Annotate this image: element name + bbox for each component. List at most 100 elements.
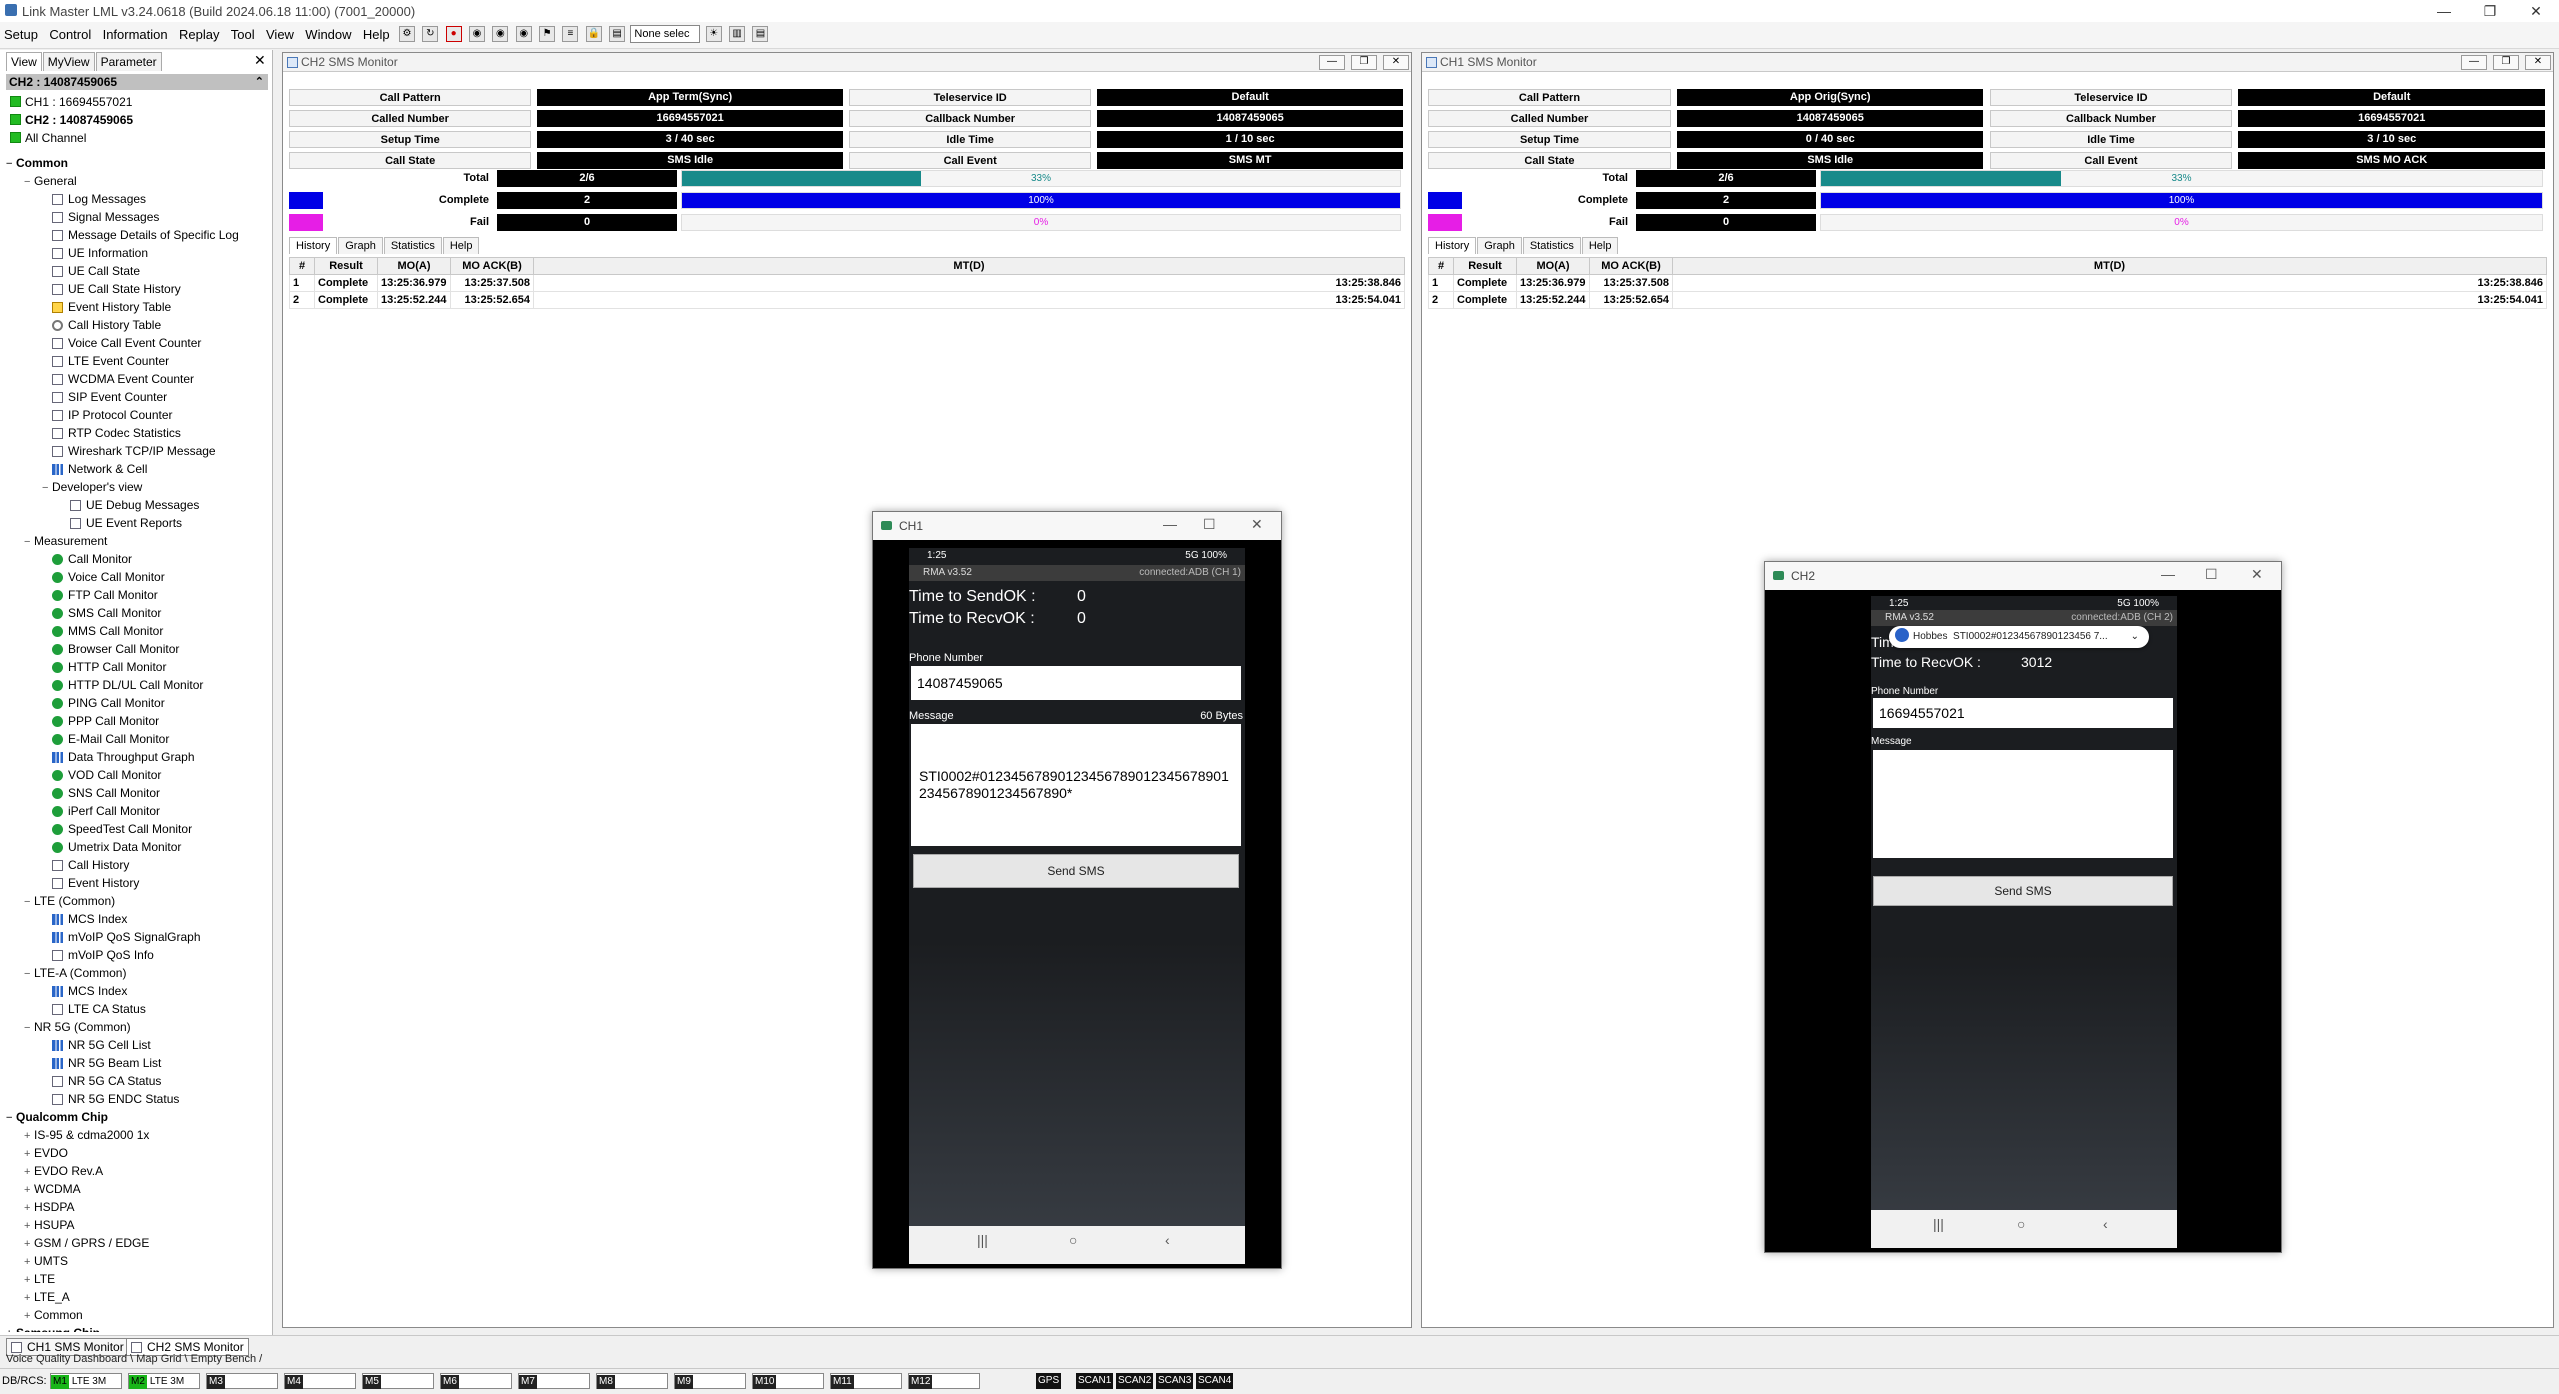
modem-slot[interactable]: M8 (596, 1373, 668, 1389)
tree-item[interactable]: UE Information (42, 244, 148, 262)
tree-item[interactable]: + EVDO Rev.A (24, 1162, 103, 1180)
modem-slot[interactable]: M1 LTE 3M (50, 1373, 122, 1389)
modem-slot[interactable]: M11 (830, 1373, 902, 1389)
tree-item[interactable]: + WCDMA (24, 1180, 81, 1198)
tree-item[interactable]: mVoIP QoS SignalGraph (42, 928, 201, 946)
collapse-icon[interactable]: − (24, 965, 34, 983)
channel-all[interactable]: All Channel (6, 130, 268, 146)
column-header[interactable]: MO ACK(B) (1589, 257, 1673, 275)
tree-item[interactable]: NR 5G ENDC Status (42, 1090, 179, 1108)
column-header[interactable]: Result (314, 257, 378, 275)
collapse-icon[interactable]: − (24, 1019, 34, 1037)
tree-item[interactable]: Call Monitor (42, 550, 132, 568)
scan-slot[interactable]: SCAN3 (1156, 1373, 1194, 1389)
tree-item[interactable]: RTP Codec Statistics (42, 424, 181, 442)
tree-item[interactable]: Network & Cell (42, 460, 147, 478)
expand-icon[interactable]: + (24, 1199, 34, 1217)
table-row[interactable]: 2 Complete 13:25:52.244 13:25:52.654 13:25:5… (289, 291, 1405, 309)
tree-item[interactable]: + GSM / GPRS / EDGE (24, 1234, 149, 1252)
tree-item[interactable]: PING Call Monitor (42, 694, 165, 712)
message-field[interactable]: STI0002#01234567890123456789012345678901… (911, 724, 1241, 846)
recents-icon[interactable]: ||| (977, 1232, 988, 1248)
channel-header[interactable]: CH2 : 14087459065 ⌃ (6, 74, 268, 90)
table-row[interactable]: 1 Complete 13:25:36.979 13:25:37.508 13:25:3… (1428, 274, 2547, 292)
tab-history[interactable]: History (1428, 237, 1477, 254)
tab-graph[interactable]: Graph (338, 237, 383, 254)
bulb-icon[interactable]: ☀ (705, 26, 722, 42)
lock-icon[interactable]: 🔒 (585, 26, 602, 42)
scan-slot[interactable]: SCAN1 (1076, 1373, 1114, 1389)
tree-item[interactable]: − LTE (Common) (24, 892, 115, 910)
back-icon[interactable]: ‹ (1165, 1232, 1170, 1248)
tree-item[interactable]: IP Protocol Counter (42, 406, 173, 424)
tree-item[interactable]: WCDMA Event Counter (42, 370, 194, 388)
modem-slot[interactable]: M2 LTE 3M (128, 1373, 200, 1389)
column-header[interactable]: # (289, 257, 315, 275)
expand-icon[interactable]: + (24, 1253, 34, 1271)
expand-icon[interactable]: + (24, 1127, 34, 1145)
tree-item[interactable]: MCS Index (42, 982, 127, 1000)
home-icon[interactable]: ○ (2017, 1216, 2025, 1232)
tab-myview[interactable]: MyView (42, 52, 95, 71)
tree-item[interactable]: + LTE (24, 1270, 55, 1288)
scan-slot[interactable]: GPS (1036, 1373, 1062, 1389)
send-sms-button[interactable]: Send SMS (913, 854, 1239, 888)
tree-item[interactable]: − Developer's view (42, 478, 142, 496)
notification-banner[interactable]: Hobbes STI0002#01234567890123456 7... ⌄ (1889, 626, 2149, 648)
close-button[interactable]: ✕ (2525, 55, 2551, 70)
tree-item[interactable]: Umetrix Data Monitor (42, 838, 181, 856)
pause-icon[interactable]: ◉ (469, 26, 486, 42)
modem-slot[interactable]: M6 (440, 1373, 512, 1389)
tree-item[interactable]: − NR 5G (Common) (24, 1018, 131, 1036)
home-icon[interactable]: ○ (1069, 1232, 1077, 1248)
tree-item[interactable]: + EVDO (24, 1144, 68, 1162)
tree-item[interactable]: HTTP DL/UL Call Monitor (42, 676, 203, 694)
tree-item[interactable]: Signal Messages (42, 208, 159, 226)
phone-number-field[interactable]: 14087459065 (911, 666, 1241, 700)
tree-item[interactable]: + HSDPA (24, 1198, 74, 1216)
tree-item[interactable]: + HSUPA (24, 1216, 74, 1234)
scan-slot[interactable]: SCAN2 (1116, 1373, 1154, 1389)
tab-parameter[interactable]: Parameter (95, 52, 162, 71)
chevron-down-icon[interactable]: ⌄ (2131, 626, 2139, 648)
tree-item[interactable]: UE Call State (42, 262, 140, 280)
restore-button[interactable]: ❐ (1351, 55, 1377, 70)
tree-item[interactable]: + LTE_A (24, 1288, 70, 1306)
expand-icon[interactable]: + (24, 1181, 34, 1199)
column-header[interactable]: MO ACK(B) (450, 257, 534, 275)
close-button[interactable]: ✕ (1383, 55, 1409, 70)
column-header[interactable]: Result (1453, 257, 1517, 275)
message-field[interactable] (1873, 750, 2173, 858)
expand-icon[interactable]: + (24, 1163, 34, 1181)
tree-item[interactable]: Call History (42, 856, 129, 874)
tree-item[interactable]: +Samsung Chip (6, 1324, 100, 1332)
marker-icon[interactable]: ⚑ (539, 26, 556, 42)
collapse-icon[interactable]: − (24, 173, 34, 191)
tree-item[interactable]: − Common (6, 154, 68, 172)
menu-information[interactable]: Information (99, 22, 172, 47)
column-header[interactable]: MT(D) (1672, 257, 2547, 275)
column-header[interactable]: MT(D) (533, 257, 1405, 275)
tree-item[interactable]: NR 5G Beam List (42, 1054, 161, 1072)
expand-icon[interactable]: + (24, 1145, 34, 1163)
tree-item[interactable]: Voice Call Event Counter (42, 334, 201, 352)
tree-item[interactable]: LTE CA Status (42, 1000, 146, 1018)
collapse-icon[interactable]: − (24, 893, 34, 911)
tree-item[interactable]: SpeedTest Call Monitor (42, 820, 192, 838)
menu-tool[interactable]: Tool (227, 22, 259, 47)
modem-slot[interactable]: M3 (206, 1373, 278, 1389)
modem-slot[interactable]: M9 (674, 1373, 746, 1389)
table-row[interactable]: 2 Complete 13:25:52.244 13:25:52.654 13:25:5… (1428, 291, 2547, 309)
tree-item[interactable]: Data Throughput Graph (42, 748, 195, 766)
tab-history[interactable]: History (289, 237, 338, 254)
channel-ch2[interactable]: CH2 : 14087459065 (6, 112, 268, 128)
tree-item[interactable]: UE Event Reports (60, 514, 182, 532)
workspace-tabs[interactable]: Voice Quality Dashboard \ Map Grid \ Emp… (6, 1353, 262, 1365)
phone-number-field[interactable]: 16694557021 (1873, 698, 2173, 728)
menu-replay[interactable]: Replay (175, 22, 223, 47)
refresh-icon[interactable]: ↻ (422, 26, 439, 42)
tree-item[interactable]: + UMTS (24, 1252, 68, 1270)
tree-item[interactable]: MCS Index (42, 910, 127, 928)
modem-slot[interactable]: M12 (908, 1373, 980, 1389)
back-icon[interactable]: ‹ (2103, 1216, 2108, 1232)
